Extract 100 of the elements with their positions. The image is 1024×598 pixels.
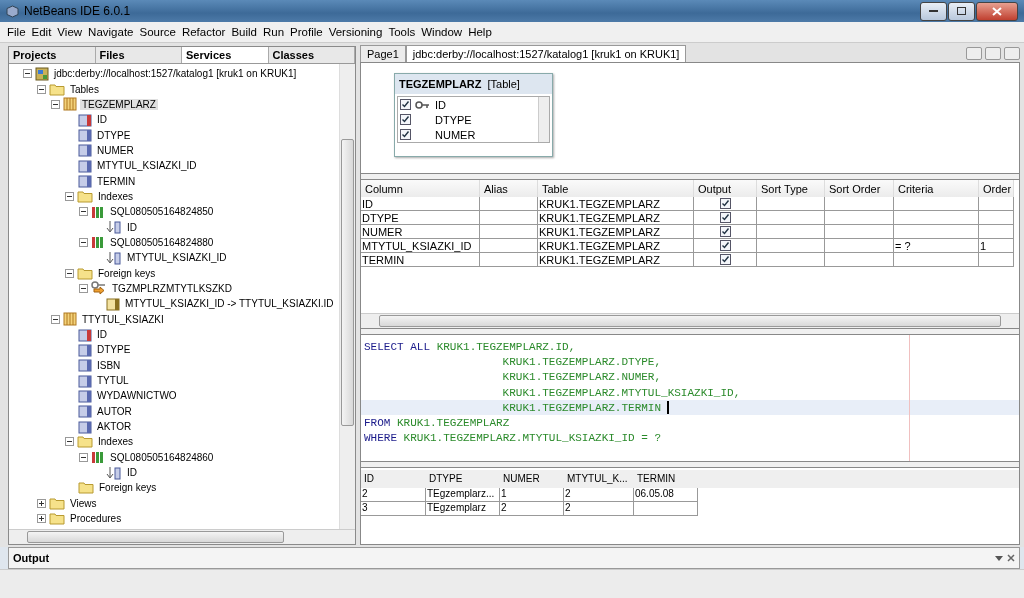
collapse-toggle[interactable] — [79, 284, 88, 293]
tree-item[interactable]: TEGZEMPLARZ — [80, 98, 158, 110]
column-header[interactable]: Alias — [480, 180, 538, 197]
column-header[interactable]: Criteria — [894, 180, 979, 197]
column-header[interactable]: TERMIN — [634, 470, 698, 488]
menu-item[interactable]: Refactor — [178, 26, 229, 38]
close-icon — [992, 6, 1002, 16]
close-icon[interactable] — [1007, 553, 1015, 562]
menu-item[interactable]: Versioning — [325, 26, 386, 38]
minimize-button[interactable] — [920, 1, 947, 21]
panel-tab[interactable]: Services — [182, 47, 269, 63]
editor-tab[interactable]: Page1 — [360, 45, 406, 62]
column-header[interactable]: Sort Order — [825, 180, 894, 197]
table-cell: 3 — [361, 502, 426, 516]
collapse-toggle[interactable] — [37, 84, 46, 94]
tree-item[interactable]: MTYTUL_KSIAZKI_ID — [125, 252, 229, 264]
collapse-toggle[interactable] — [65, 268, 74, 278]
checkbox[interactable] — [400, 129, 411, 140]
expand-toggle[interactable] — [37, 514, 46, 524]
tree-item[interactable]: ID — [125, 467, 139, 479]
tree-item[interactable]: Procedures — [68, 513, 124, 525]
tree-item[interactable]: ID — [95, 114, 109, 126]
table-widget[interactable]: TEGZEMPLARZ [Table] ID DTYPE NUMER — [394, 73, 553, 157]
table-cell: 1 — [500, 488, 564, 502]
tree-item[interactable]: TERMIN — [95, 175, 138, 187]
checkbox[interactable] — [719, 212, 731, 223]
tree-item[interactable]: SQL080505164824860 — [108, 451, 216, 463]
tree-item[interactable]: ID — [95, 329, 109, 340]
tree-item[interactable]: WYDAWNICTWO — [95, 390, 179, 402]
horizontal-scrollbar[interactable] — [9, 529, 355, 544]
column-header[interactable]: ID — [361, 470, 426, 488]
tree-item[interactable]: AUTOR — [95, 405, 134, 417]
table-cell — [979, 253, 1014, 267]
menu-item[interactable]: Window — [418, 26, 466, 38]
column-header[interactable]: Order — [979, 180, 1014, 197]
tree-item[interactable]: Tables — [68, 83, 101, 95]
menu-item[interactable]: File — [4, 26, 29, 38]
column-header[interactable]: Table — [538, 180, 694, 197]
tree-item[interactable]: DTYPE — [95, 129, 133, 141]
tree-item[interactable]: Foreign keys — [97, 482, 159, 494]
tree-item[interactable]: SQL080505164824850 — [108, 206, 216, 218]
menu-item[interactable]: Navigate — [85, 26, 137, 38]
minimize-icon[interactable] — [994, 553, 1004, 563]
tree-item[interactable]: TYTUL — [95, 375, 131, 387]
collapse-toggle[interactable] — [65, 437, 74, 447]
menu-item[interactable]: Help — [465, 26, 495, 38]
tree-item[interactable]: Indexes — [96, 190, 136, 202]
tree-item[interactable]: Views — [68, 497, 99, 509]
checkbox[interactable] — [400, 99, 411, 110]
collapse-toggle[interactable] — [79, 452, 88, 462]
checkbox[interactable] — [719, 198, 731, 209]
tree-item[interactable]: ISBN — [95, 359, 123, 371]
menu-item[interactable]: View — [54, 26, 86, 38]
close-button[interactable] — [976, 1, 1018, 21]
tree-item[interactable]: AKTOR — [95, 421, 134, 433]
column-header[interactable]: MTYTUL_K... — [564, 470, 634, 488]
menu-item[interactable]: Edit — [28, 26, 55, 38]
maximize-icon — [957, 7, 966, 15]
vertical-scrollbar[interactable] — [538, 97, 549, 142]
vertical-scrollbar[interactable] — [339, 64, 355, 529]
column-header[interactable]: Sort Type — [757, 180, 825, 197]
menu-item[interactable]: Profile — [287, 26, 326, 38]
column-name: ID — [435, 98, 446, 111]
tree-item[interactable]: Indexes — [96, 436, 136, 448]
menu-item[interactable]: Tools — [385, 26, 419, 38]
table-cell — [480, 239, 538, 253]
tree-item[interactable]: SQL080505164824880 — [108, 236, 216, 248]
column-header[interactable]: NUMER — [500, 470, 564, 488]
table-cell: KRUK1.TEGZEMPLARZ — [538, 197, 694, 211]
checkbox[interactable] — [719, 226, 731, 237]
tree-item[interactable]: TGZMPLRZMTYTLKSZKD — [110, 283, 234, 294]
collapse-toggle[interactable] — [79, 207, 88, 217]
collapse-toggle[interactable] — [51, 314, 60, 324]
tree-item[interactable]: NUMER — [95, 144, 136, 156]
tree-item[interactable]: MTYTUL_KSIAZKI_ID -> TTYTUL_KSIAZKI.ID — [123, 298, 336, 310]
maximize-button[interactable] — [948, 1, 975, 21]
tree-item[interactable]: DTYPE — [95, 344, 133, 356]
tree-item[interactable]: MTYTUL_KSIAZKI_ID — [95, 160, 199, 172]
editor-tab[interactable]: jdbc:derby://localhost:1527/katalog1 [kruk1 on KRUK1] — [405, 45, 687, 62]
checkbox[interactable] — [719, 254, 731, 265]
column-header[interactable]: Output — [694, 180, 757, 197]
collapse-toggle[interactable] — [51, 99, 60, 109]
tree-item[interactable]: jdbc:derby://localhost:1527/katalog1 [kruk1 on KRUK1] — [52, 68, 299, 80]
menu-item[interactable]: Run — [259, 26, 288, 38]
tree-item[interactable]: Foreign keys — [96, 267, 158, 279]
table-icon — [63, 312, 77, 327]
tree-item[interactable]: TTYTUL_KSIAZKI — [80, 313, 166, 325]
collapse-toggle[interactable] — [79, 237, 88, 247]
column-header[interactable]: Column — [361, 180, 480, 197]
collapse-toggle[interactable] — [65, 191, 74, 201]
menu-item[interactable]: Build — [228, 26, 260, 38]
tree-item[interactable]: ID — [125, 221, 139, 233]
menu-item[interactable]: Source — [136, 26, 179, 38]
checkbox[interactable] — [719, 240, 731, 251]
expand-toggle[interactable] — [37, 498, 46, 508]
column-header[interactable]: DTYPE — [426, 470, 500, 488]
checkbox[interactable] — [400, 114, 411, 125]
horizontal-scrollbar[interactable] — [361, 313, 1019, 328]
table-cell: KRUK1.TEGZEMPLARZ — [538, 253, 694, 267]
collapse-toggle[interactable] — [23, 69, 32, 79]
